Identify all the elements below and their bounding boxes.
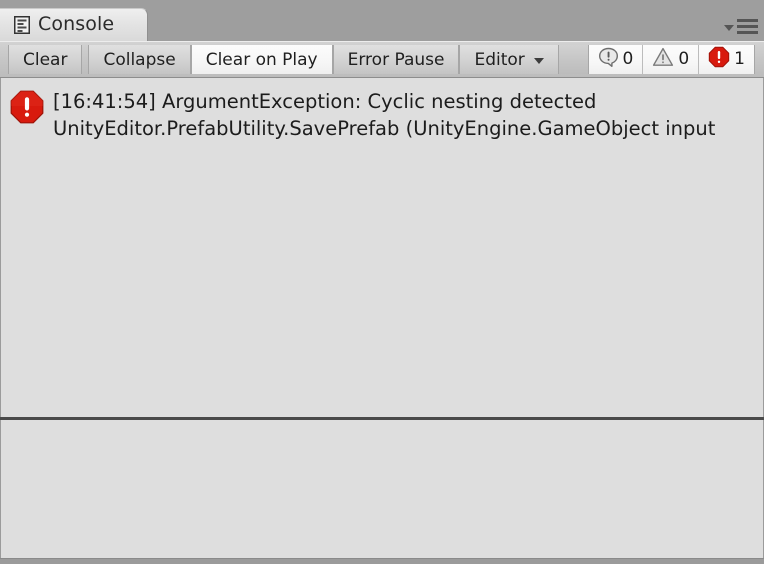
log-count-toggle[interactable]: 0 <box>589 45 644 74</box>
console-window: Console Clear Collapse Clear on Play Err… <box>0 0 764 564</box>
warning-count-value: 0 <box>678 48 690 69</box>
list-item[interactable]: [16:41:54] ArgumentException: Cyclic nes… <box>1 78 763 140</box>
clear-on-play-button-label: Clear on Play <box>205 49 318 70</box>
error-octagon-icon <box>9 89 45 125</box>
error-pause-button-label: Error Pause <box>347 49 445 70</box>
toolbar-spacer <box>558 45 588 74</box>
collapse-button[interactable]: Collapse <box>88 45 191 74</box>
chevron-down-icon <box>533 57 544 64</box>
clear-button-label: Clear <box>23 49 68 70</box>
clear-button[interactable]: Clear <box>8 45 83 74</box>
tab-console[interactable]: Console <box>0 8 148 41</box>
warning-triangle-icon <box>652 47 674 72</box>
caret-down-icon <box>724 25 734 31</box>
editor-dropdown-button[interactable]: Editor <box>459 45 559 74</box>
window-bottom-edge <box>0 558 764 564</box>
tab-console-label: Console <box>38 12 115 35</box>
list-item-text: [16:41:54] ArgumentException: Cyclic nes… <box>53 88 763 142</box>
console-document-icon <box>13 15 31 35</box>
editor-dropdown-label: Editor <box>474 49 525 70</box>
toolbar-left-gap <box>0 45 8 74</box>
clear-on-play-button[interactable]: Clear on Play <box>190 45 333 74</box>
list-item-line-1: [16:41:54] ArgumentException: Cyclic nes… <box>53 90 597 113</box>
error-octagon-icon <box>708 46 730 73</box>
log-count-value: 0 <box>622 48 634 69</box>
message-detail-pane[interactable] <box>0 420 764 561</box>
error-count-toggle[interactable]: 1 <box>699 45 754 74</box>
message-count-group: 0 0 1 <box>587 45 755 74</box>
console-message-list[interactable]: [16:41:54] ArgumentException: Cyclic nes… <box>0 78 764 417</box>
window-options-menu[interactable] <box>724 19 758 34</box>
collapse-button-label: Collapse <box>103 49 176 70</box>
log-bubble-icon <box>598 47 619 73</box>
console-toolbar: Clear Collapse Clear on Play Error Pause… <box>0 41 764 78</box>
hamburger-menu-icon <box>737 19 758 34</box>
list-item-line-2: UnityEditor.PrefabUtility.SavePrefab (Un… <box>53 117 716 140</box>
error-pause-button[interactable]: Error Pause <box>332 45 460 74</box>
warning-count-toggle[interactable]: 0 <box>643 45 700 74</box>
error-count-value: 1 <box>734 48 745 69</box>
toolbar-right-gap <box>755 45 764 74</box>
tab-strip: Console <box>0 0 764 41</box>
